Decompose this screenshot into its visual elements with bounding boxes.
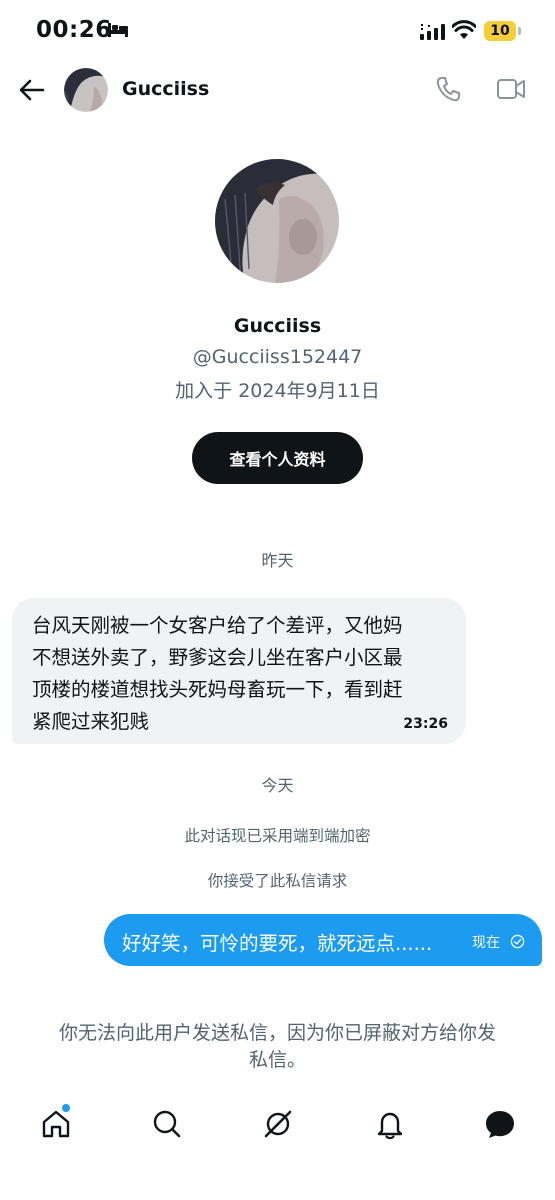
request-accepted-notice: 你接受了此私信请求: [207, 872, 348, 890]
encryption-notice: 此对话现已采用端到端加密: [184, 827, 371, 845]
header-username[interactable]: Gucciiss: [122, 78, 209, 100]
blocked-notice-line: 私信。: [248, 1049, 306, 1071]
home-icon[interactable]: [40, 1108, 72, 1140]
header-avatar[interactable]: [64, 68, 108, 112]
outgoing-message-time: 现在: [472, 935, 500, 951]
profile-name: Gucciiss: [233, 315, 322, 337]
battery-tip: [518, 27, 521, 35]
profile-handle: @Gucciiss152447: [192, 346, 363, 368]
day-separator-yesterday: 昨天: [261, 551, 294, 570]
wifi-icon: [452, 20, 476, 39]
messages-icon[interactable]: [484, 1108, 516, 1140]
day-separator-today: 今天: [261, 776, 294, 795]
notifications-icon[interactable]: [374, 1108, 406, 1140]
search-icon[interactable]: [151, 1108, 183, 1140]
battery-level: 10: [490, 23, 510, 39]
sleep-mode-icon: [108, 23, 128, 37]
incoming-message-line: 台风天刚被一个女客户给了个差评，又他妈: [32, 614, 403, 637]
incoming-message-line: 不想送外卖了，野爹这会儿坐在客户小区最: [32, 646, 403, 669]
view-profile-button[interactable]: 查看个人资料: [192, 432, 363, 484]
blocked-notice: 你无法向此用户发送私信，因为你已屏蔽对方给你发 私信。: [30, 1020, 525, 1074]
profile-joined-date: 加入于 2024年9月11日: [175, 380, 380, 402]
status-time: 00:26: [36, 17, 112, 43]
cellular-signal-icon: [420, 24, 445, 40]
battery-indicator: 10: [484, 21, 516, 41]
back-arrow-icon[interactable]: [18, 76, 46, 104]
grok-icon[interactable]: [262, 1108, 294, 1140]
outgoing-message-bubble[interactable]: 好好笑，可怜的要死，就死远点...... 现在: [104, 914, 542, 966]
profile-avatar[interactable]: [215, 159, 339, 283]
phone-icon[interactable]: [434, 75, 462, 103]
sent-check-icon: [510, 934, 525, 949]
incoming-message-time: 23:26: [403, 716, 448, 732]
incoming-message-line: 紧爬过来犯贱: [32, 710, 150, 733]
home-notification-dot: [62, 1104, 70, 1112]
video-call-icon[interactable]: [496, 76, 526, 102]
outgoing-message-text: 好好笑，可怜的要死，就死远点......: [122, 932, 433, 955]
incoming-message-bubble[interactable]: 台风天刚被一个女客户给了个差评，又他妈 不想送外卖了，野爹这会儿坐在客户小区最 …: [12, 598, 466, 744]
blocked-notice-line: 你无法向此用户发送私信，因为你已屏蔽对方给你发: [58, 1022, 496, 1044]
incoming-message-line: 顶楼的楼道想找头死妈母畜玩一下，看到赶: [32, 678, 403, 701]
